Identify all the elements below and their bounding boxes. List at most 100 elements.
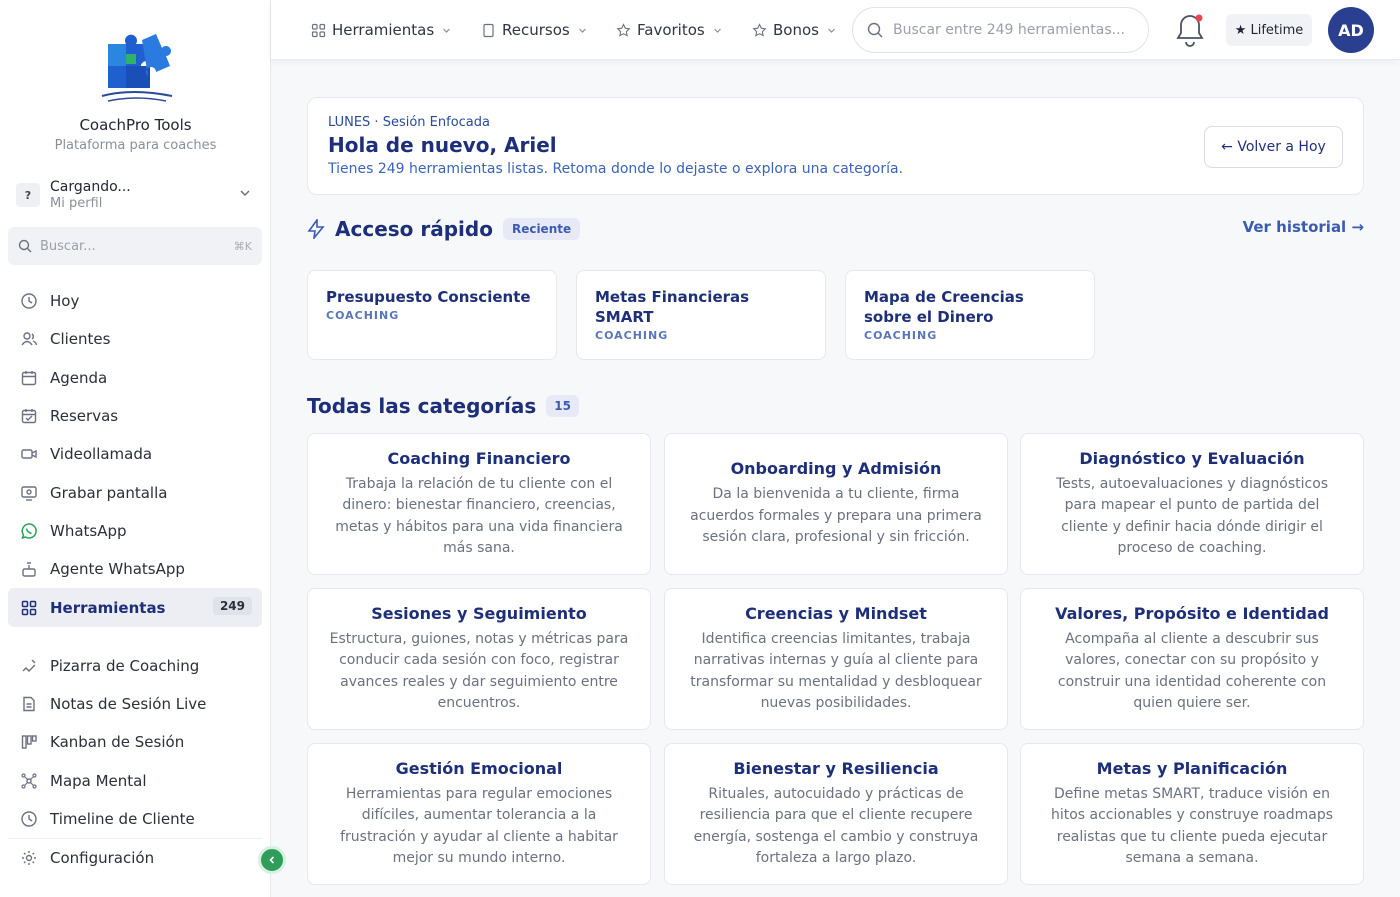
category-card[interactable]: Creencias y Mindset Identifica creencias…: [664, 588, 1008, 730]
quick-card-category: COACHING: [595, 329, 669, 342]
chevron-down-icon: [828, 28, 835, 33]
category-card[interactable]: Diagnóstico y Evaluación Tests, autoeval…: [1020, 433, 1364, 575]
quick-card-name: Presupuesto Consciente: [326, 288, 531, 306]
collapse-sidebar-button[interactable]: [258, 846, 286, 874]
sidebar-item-kanban[interactable]: Kanban de Sesión: [8, 723, 262, 761]
back-to-today-button[interactable]: ← Volver a Hoy: [1204, 126, 1343, 168]
category-card[interactable]: Coaching Financiero Trabaja la relación …: [307, 433, 651, 575]
sidebar-item-herramientas[interactable]: Herramientas 249: [8, 588, 262, 627]
category-card[interactable]: Sesiones y Seguimiento Estructura, guion…: [307, 588, 651, 730]
notes-icon: [23, 696, 35, 712]
category-name: Bienestar y Resiliencia: [733, 758, 939, 778]
whiteboard-icon: [22, 659, 36, 672]
quick-access-card[interactable]: Presupuesto Consciente COACHING: [307, 270, 557, 360]
quick-card-category: COACHING: [326, 309, 400, 322]
categories-count-badge: 15: [546, 395, 579, 417]
clock-icon: [21, 293, 37, 309]
puzzle-logo-icon: [101, 34, 172, 102]
tools-search-input[interactable]: Buscar entre 249 herramientas...: [852, 7, 1149, 53]
quick-card-category: COACHING: [864, 329, 938, 342]
sidebar-item-mapa-mental[interactable]: Mapa Mental: [8, 762, 262, 800]
category-card[interactable]: Metas y Planificación Define metas SMART…: [1020, 743, 1364, 885]
calendar-icon: [21, 370, 37, 385]
category-name: Valores, Propósito e Identidad: [1055, 603, 1329, 623]
sidebar-nav: Hoy Clientes Agenda Reservas Videollamad…: [8, 282, 262, 838]
category-card[interactable]: Bienestar y Resiliencia Rituales, autocu…: [664, 743, 1008, 885]
welcome-title: Hola de nuevo, Ariel: [328, 133, 557, 157]
plan-badge[interactable]: ★ Lifetime: [1226, 14, 1312, 46]
users-icon: [21, 332, 38, 346]
quick-card-name: Metas Financieras SMART: [595, 288, 750, 326]
brand-block: CoachPro Tools Plataforma para coaches: [0, 30, 271, 153]
sidebar-item-hoy[interactable]: Hoy: [8, 282, 262, 320]
profile-avatar: ?: [16, 183, 40, 207]
welcome-subtitle: Tienes 249 herramientas listas. Retoma d…: [328, 161, 904, 177]
sidebar-item-label: Mapa Mental: [50, 771, 147, 790]
screen-record-icon: [21, 485, 37, 501]
sidebar-item-grabar-pantalla[interactable]: Grabar pantalla: [8, 473, 262, 511]
mindmap-icon: [21, 773, 37, 789]
sidebar-item-whatsapp[interactable]: WhatsApp: [8, 512, 262, 550]
bell-icon[interactable]: [1172, 11, 1208, 49]
category-name: Coaching Financiero: [387, 448, 571, 468]
sidebar-search-placeholder: Buscar...: [40, 238, 96, 254]
sidebar-item-label: Configuración: [50, 849, 155, 868]
category-name: Gestión Emocional: [395, 758, 563, 778]
bonus-menu[interactable]: Bonos: [752, 0, 836, 60]
categories-title: Todas las categorías: [307, 394, 537, 418]
grid-icon: [311, 23, 326, 37]
sidebar-item-notas[interactable]: Notas de Sesión Live: [8, 685, 262, 723]
star-icon: [616, 22, 631, 37]
sidebar-item-label: Videollamada: [50, 445, 153, 464]
sidebar-item-configuracion[interactable]: Configuración: [8, 839, 262, 877]
category-card[interactable]: Gestión Emocional Herramientas para regu…: [307, 743, 651, 885]
resources-menu[interactable]: Recursos: [481, 0, 587, 60]
quick-access-header: Acceso rápido Reciente: [307, 214, 581, 244]
sidebar-item-label: WhatsApp: [50, 521, 127, 540]
quick-access-card[interactable]: Metas Financieras SMART COACHING: [576, 270, 826, 360]
profile-switcher[interactable]: ? Cargando... Mi perfil: [16, 176, 256, 214]
recent-badge: Reciente: [502, 218, 581, 240]
quick-access-card[interactable]: Mapa de Creencias sobre el Dinero COACHI…: [845, 270, 1095, 360]
profile-name: Cargando...: [50, 179, 131, 195]
sidebar-item-timeline[interactable]: Timeline de Cliente: [8, 800, 262, 838]
sidebar-search-input[interactable]: Buscar... ⌘K: [8, 227, 262, 265]
tablet-icon: [483, 23, 494, 37]
sidebar-item-videollamada[interactable]: Videollamada: [8, 435, 262, 473]
sidebar-item-label: Kanban de Sesión: [50, 733, 185, 752]
sidebar-item-label: Agenda: [50, 368, 108, 387]
chevron-down-icon: [443, 28, 451, 33]
search-icon: [18, 239, 32, 253]
tools-count-badge: 249: [212, 597, 252, 616]
nav-separator: [8, 627, 262, 647]
sidebar-item-label: Agente WhatsApp: [50, 560, 185, 579]
category-description: Acompaña al cliente a descubrir sus valo…: [1057, 630, 1327, 712]
search-icon: [867, 22, 883, 38]
quick-access-title: Acceso rápido: [335, 217, 493, 241]
category-description: Herramientas para regular emociones difí…: [340, 785, 618, 867]
sidebar-item-label: Notas de Sesión Live: [50, 695, 207, 714]
user-avatar[interactable]: AD: [1328, 7, 1374, 53]
category-description: Rituales, autocuidado y prácticas de res…: [693, 785, 979, 867]
sidebar-item-pizarra[interactable]: Pizarra de Coaching: [8, 647, 262, 685]
sidebar-item-agente-whatsapp[interactable]: Agente WhatsApp: [8, 550, 262, 588]
favorites-menu[interactable]: Favoritos: [616, 0, 722, 60]
chevron-down-icon: [578, 28, 586, 33]
sidebar-item-clientes[interactable]: Clientes: [8, 320, 262, 358]
sidebar-item-label: Herramientas: [50, 598, 166, 617]
category-name: Creencias y Mindset: [745, 603, 927, 623]
sidebar-item-agenda[interactable]: Agenda: [8, 359, 262, 397]
tools-menu[interactable]: Herramientas: [311, 0, 451, 60]
chevron-left-icon: [269, 856, 275, 864]
category-card[interactable]: Onboarding y Admisión Da la bienvenida a…: [664, 433, 1008, 575]
chevron-down-icon: [240, 190, 250, 197]
quick-card-name: Mapa de Creencias sobre el Dinero: [864, 288, 1024, 326]
category-name: Sesiones y Seguimiento: [371, 603, 587, 623]
sidebar-item-label: Reservas: [50, 407, 119, 426]
sidebar: CoachPro Tools Plataforma para coaches ?…: [0, 0, 271, 897]
sidebar-item-reservas[interactable]: Reservas: [8, 397, 262, 435]
sidebar-footer: Configuración: [8, 838, 262, 877]
history-link[interactable]: Ver historial →: [1243, 218, 1364, 236]
category-card[interactable]: Valores, Propósito e Identidad Acompaña …: [1020, 588, 1364, 730]
category-description: Define metas SMART, traduce visión en hi…: [1050, 785, 1334, 867]
